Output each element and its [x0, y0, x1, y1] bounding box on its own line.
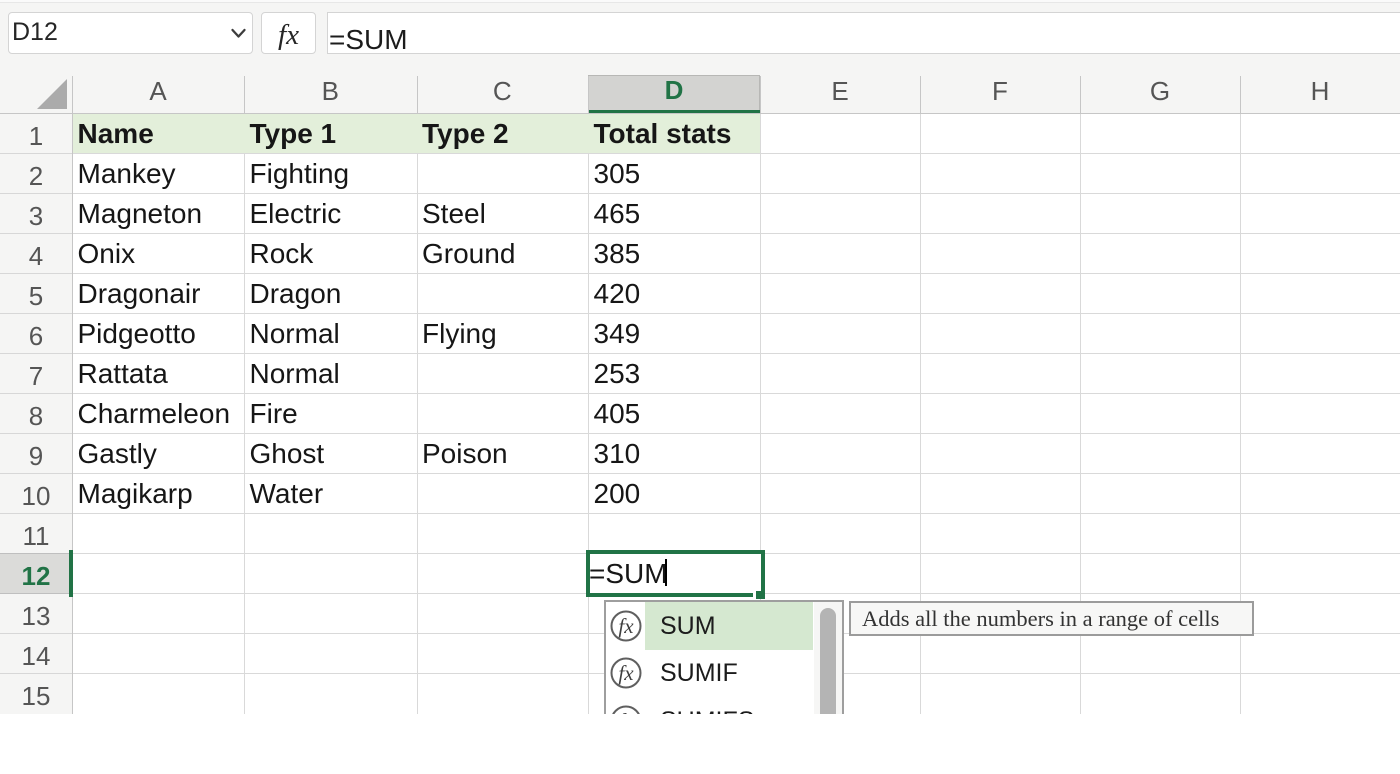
svg-text:fx: fx [618, 661, 634, 685]
svg-text:fx: fx [618, 614, 634, 638]
